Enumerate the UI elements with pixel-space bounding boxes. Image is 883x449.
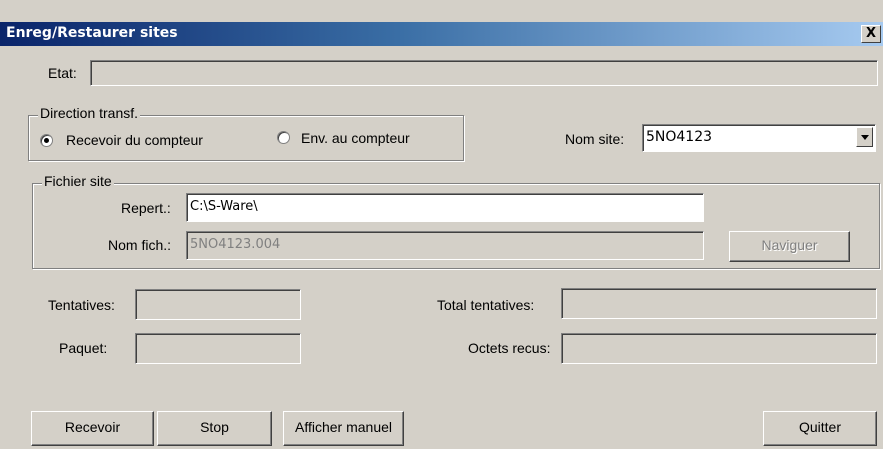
octets-recus-label: Octets recus: [468,340,551,356]
naviguer-button[interactable]: Naviguer [729,231,850,262]
total-tentatives-label: Total tentatives: [437,297,535,313]
title-bar: Enreg/Restaurer sites X [0,22,883,46]
nom-site-label: Nom site: [565,131,625,147]
etat-label: Etat: [48,65,77,81]
naviguer-label: Naviguer [761,237,818,253]
nom-fich-value: 5NO4123.004 [190,237,281,252]
close-icon: X [865,26,877,41]
fichier-title: Fichier site [42,173,114,189]
quitter-button[interactable]: Quitter [763,411,877,446]
nom-site-dropdown[interactable]: 5NO4123 [642,124,876,152]
nom-site-value: 5NO4123 [646,129,713,145]
repert-input[interactable]: C:\S-Ware\ [186,193,704,222]
repert-value: C:\S-Ware\ [190,199,258,214]
tentatives-label: Tentatives: [48,297,115,313]
etat-field [90,60,878,86]
radio-envoyer-label[interactable]: Env. au compteur [301,130,410,146]
recevoir-button[interactable]: Recevoir [31,411,154,446]
paquet-label: Paquet: [59,340,108,356]
radio-envoyer[interactable] [277,131,290,144]
tentatives-field [135,289,301,320]
repert-label: Repert.: [121,200,171,216]
paquet-field [135,333,301,364]
window-title: Enreg/Restaurer sites [6,25,178,41]
chevron-down-icon[interactable] [856,127,873,147]
nom-fich-field: 5NO4123.004 [186,231,704,260]
afficher-manuel-button[interactable]: Afficher manuel [283,411,404,446]
radio-recevoir-label[interactable]: Recevoir du compteur [66,132,203,148]
stop-label: Stop [200,419,229,435]
direction-title: Direction transf. [38,105,141,121]
octets-recus-field [561,333,877,364]
close-button[interactable]: X [861,25,881,43]
quitter-label: Quitter [798,419,841,435]
nom-fich-label: Nom fich.: [108,237,172,253]
recevoir-label: Recevoir [64,419,121,435]
stop-button[interactable]: Stop [157,411,272,446]
afficher-manuel-label: Afficher manuel [294,419,392,435]
total-tentatives-field [561,288,877,319]
radio-selected-dot [44,138,49,143]
radio-recevoir[interactable] [40,134,53,147]
